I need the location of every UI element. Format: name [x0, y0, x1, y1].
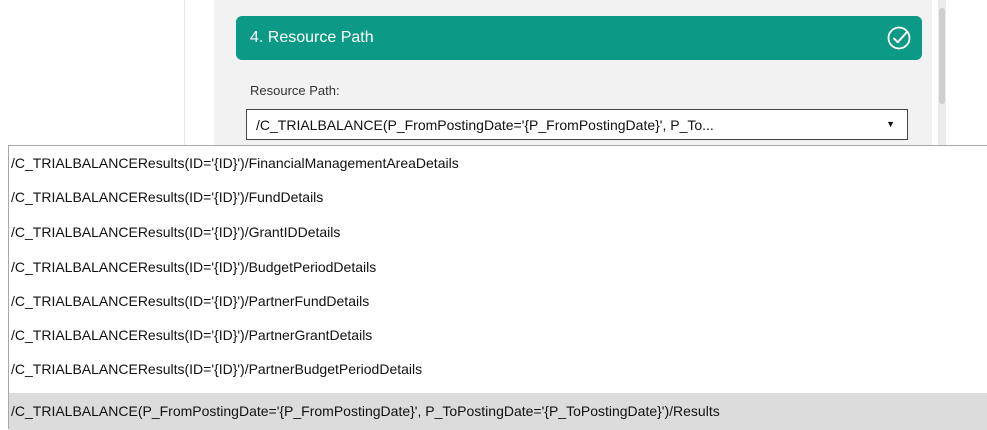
- section-title: 4. Resource Path: [250, 29, 374, 46]
- left-pane-divider: [184, 0, 185, 146]
- dropdown-arrow-icon[interactable]: ▼: [886, 119, 895, 129]
- resource-path-label: Resource Path:: [250, 83, 340, 98]
- dropdown-option[interactable]: /C_TRIALBALANCEResults(ID='{ID}')/FundDe…: [9, 180, 987, 214]
- check-circle-icon: [887, 26, 911, 50]
- dropdown-option[interactable]: /C_TRIALBALANCEResults(ID='{ID}')/Partne…: [9, 284, 987, 318]
- section-header-resource-path[interactable]: 4. Resource Path: [236, 16, 922, 60]
- dropdown-option[interactable]: /C_TRIALBALANCEResults(ID='{ID}')/GrantI…: [9, 215, 987, 249]
- dropdown-option[interactable]: /C_TRIALBALANCEResults(ID='{ID}')/Budget…: [9, 250, 987, 284]
- resource-path-select[interactable]: /C_TRIALBALANCE(P_FromPostingDate='{P_Fr…: [246, 109, 908, 140]
- dropdown-option[interactable]: /C_TRIALBALANCEResults(ID='{ID}')/Partne…: [9, 318, 987, 352]
- resource-path-selected-value: /C_TRIALBALANCE(P_FromPostingDate='{P_Fr…: [256, 117, 714, 133]
- dropdown-option[interactable]: /C_TRIALBALANCE(P_FromPostingDate='{P_Fr…: [9, 393, 987, 430]
- dropdown-option[interactable]: /C_TRIALBALANCEResults(ID='{ID}')/Financ…: [9, 146, 987, 180]
- panel-scrollbar-thumb[interactable]: [939, 8, 945, 104]
- resource-path-dropdown-list: /C_TRIALBALANCEResults(ID='{ID}')/Financ…: [8, 145, 987, 430]
- dropdown-option[interactable]: /C_TRIALBALANCEResults(ID='{ID}')/Partne…: [9, 352, 987, 386]
- panel-scrollbar[interactable]: [938, 0, 946, 146]
